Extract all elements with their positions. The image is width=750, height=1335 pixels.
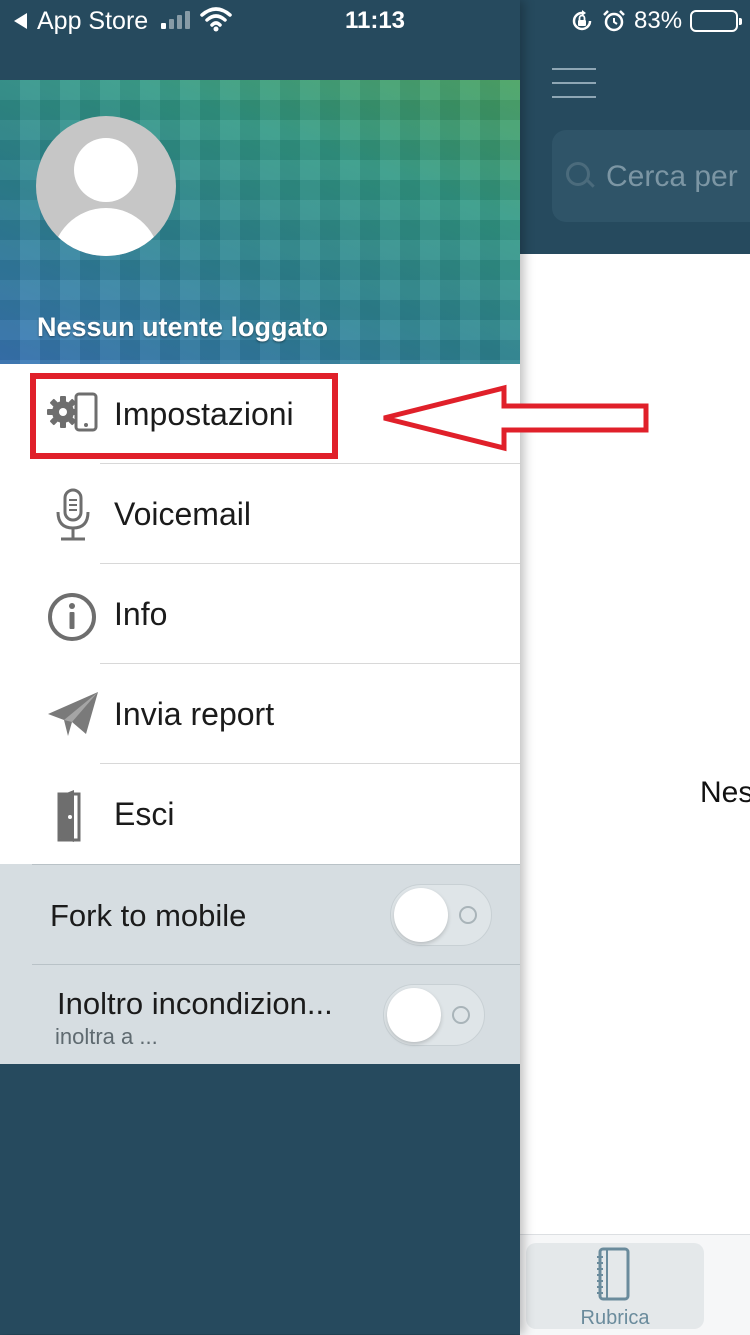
rotation-lock-icon [572,10,592,31]
hamburger-menu-button[interactable] [552,68,596,98]
tab-bar: Rubrica [520,1234,750,1335]
highlight-box [30,373,338,459]
search-box[interactable] [552,130,750,222]
inoltro-incondizionato-switch[interactable] [383,984,485,1046]
menu-item-voicemail[interactable]: Voicemail [0,464,520,564]
signal-bar [161,23,166,29]
back-app-label: App Store [37,7,149,35]
switch-off-indicator [452,1006,470,1024]
fork-to-mobile-switch[interactable] [390,884,492,946]
hamburger-line [552,82,596,84]
avatar[interactable] [36,116,176,256]
battery-icon [690,10,743,32]
status-time: 11:13 [344,7,406,34]
back-triangle-icon [14,13,27,29]
hamburger-line [552,96,596,98]
battery-percent: 83% [634,7,683,34]
signal-bar [177,15,182,29]
microphone-icon [56,488,90,541]
toggle-label: Inoltro incondizion... [57,986,333,1021]
main-content: Nes Rubrica [520,0,750,1335]
avatar-body [52,208,160,256]
signal-bar [185,11,190,29]
divider [32,964,520,965]
drawer-header: Nessun utente loggato [0,80,520,364]
switch-knob [394,888,448,942]
status-bar: App Store 11:13 83% [0,0,750,44]
signal-bar [169,19,174,29]
empty-state-text: Nes [700,776,750,809]
menu-item-label: Invia report [114,696,275,732]
toggle-sublabel: inoltra a ... [55,1024,158,1049]
toggles-section: Fork to mobile Inoltro incondizion... in… [0,864,520,1064]
menu-item-esci[interactable]: Esci [0,764,520,864]
menu-item-label: Voicemail [114,496,251,532]
alarm-icon [603,10,625,32]
divider [32,864,520,865]
door-icon [57,790,81,842]
tab-rubrica[interactable]: Rubrica [526,1243,704,1329]
search-input[interactable] [604,152,750,202]
menu-item-info[interactable]: Info [0,564,520,664]
avatar-head [74,138,138,202]
user-status-label: Nessun utente loggato [37,312,329,342]
menu-item-invia-report[interactable]: Invia report [0,664,520,764]
back-to-app-link[interactable]: App Store [14,6,148,36]
toggle-row-fork-to-mobile: Fork to mobile [0,864,520,964]
toggle-label: Fork to mobile [50,898,247,933]
annotation-arrow-icon [383,384,649,452]
menu-item-label: Esci [114,796,175,832]
status-right-group: 83% [570,6,743,36]
hamburger-line [552,68,596,70]
toggle-row-inoltro: Inoltro incondizion... inoltra a ... [0,964,520,1064]
info-icon [48,593,96,641]
menu-item-label: Info [114,596,168,632]
signal-icon [161,9,190,29]
search-icon [566,162,590,186]
tab-label: Rubrica [580,1307,650,1329]
switch-knob [387,988,441,1042]
wifi-icon [200,7,232,32]
paper-plane-icon [48,692,98,736]
side-drawer: Nessun utente loggato Impostazioni Voice… [0,0,520,1334]
address-book-icon [597,1247,630,1301]
switch-off-indicator [459,906,477,924]
